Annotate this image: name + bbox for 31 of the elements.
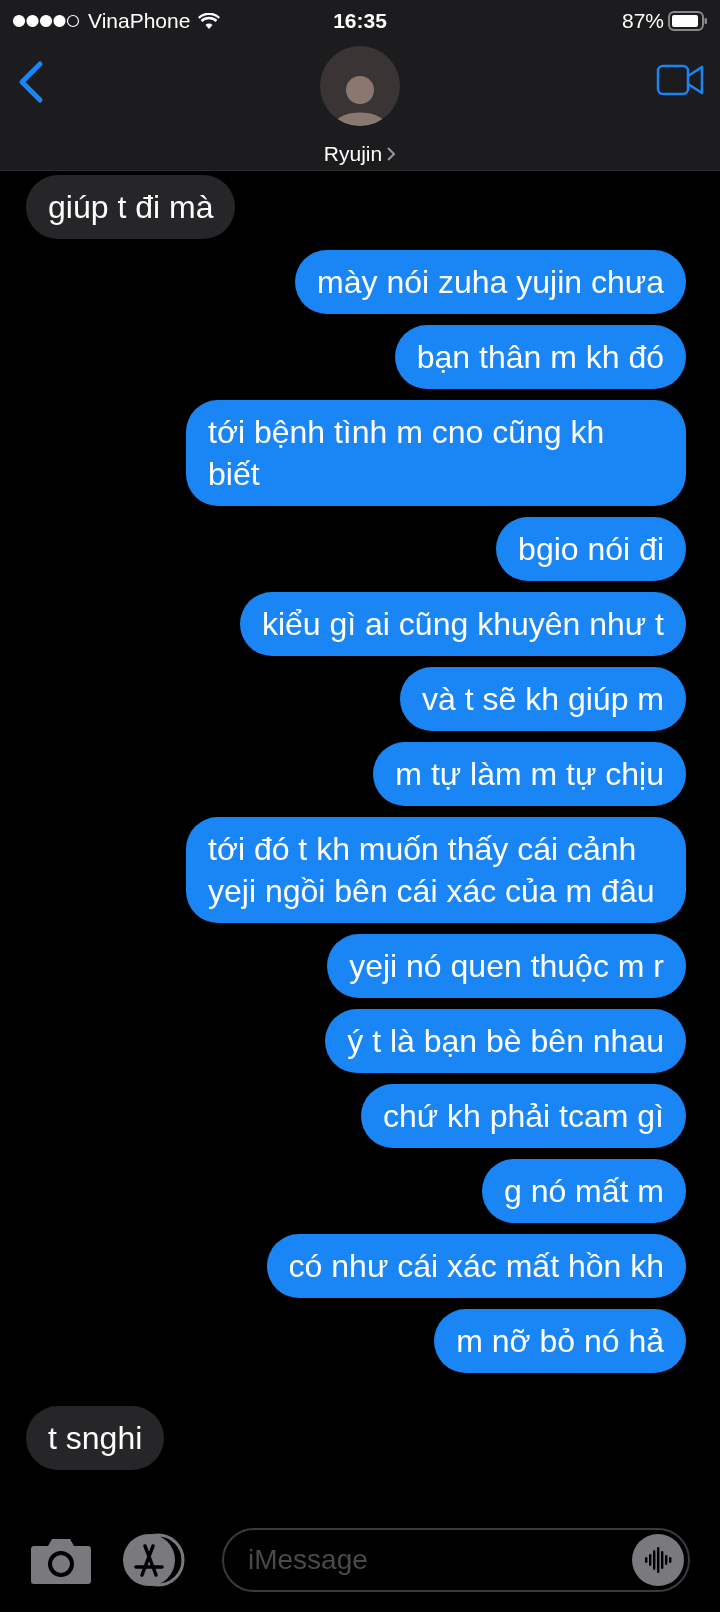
contact-name-button[interactable]: Ryujin <box>323 138 397 170</box>
video-call-button[interactable] <box>654 62 706 98</box>
battery-icon <box>668 11 708 31</box>
sent-message-bubble: mày nói zuha yujin chưa <box>295 250 686 314</box>
sent-message-bubble: m nỡ bỏ nó hả <box>434 1309 686 1373</box>
waveform-icon <box>643 1545 673 1575</box>
battery-percentage: 87% <box>621 8 664 35</box>
sent-message-bubble: tới đó t kh muốn thấy cái cảnh yeji ngồi bên cái xác của m đâu <box>186 817 686 923</box>
sent-message-bubble: kiểu gì ai cũng khuyên như t <box>239 592 686 656</box>
received-message-bubble: giúp t đi mà <box>26 175 236 239</box>
sent-message-bubble: có như cái xác mất hồn kh <box>266 1234 686 1298</box>
message-input-field[interactable]: iMessage <box>222 1528 690 1592</box>
camera-button[interactable] <box>30 1536 92 1584</box>
sent-message-bubble: chứ kh phải tcam gì <box>360 1084 686 1148</box>
clock-time: 16:35 <box>333 8 387 35</box>
signal-icon <box>12 14 80 28</box>
sent-message-bubble: yeji nó quen thuộc m r <box>327 934 686 998</box>
sent-message-bubble: và t sẽ kh giúp m <box>400 667 686 731</box>
carrier-name: VinaPhone <box>88 8 191 35</box>
wifi-icon <box>198 13 221 29</box>
received-message-bubble: t snghi <box>26 1406 165 1470</box>
camera-icon <box>30 1536 92 1584</box>
sent-message-bubble: bạn thân m kh đó <box>394 325 686 389</box>
sent-message-bubble: g nó mất m <box>481 1159 686 1223</box>
voice-message-button[interactable] <box>632 1534 684 1586</box>
video-camera-icon <box>656 64 704 96</box>
sent-message-bubble: m tự làm m tự chịu <box>373 742 686 806</box>
sent-message-bubble: bgio nói đi <box>496 517 686 581</box>
sent-message-bubble: ý t là bạn bè bên nhau <box>325 1009 686 1073</box>
chevron-icon <box>386 145 397 162</box>
sent-message-bubble: tới bệnh tình m cno cũng kh biết <box>186 400 686 506</box>
